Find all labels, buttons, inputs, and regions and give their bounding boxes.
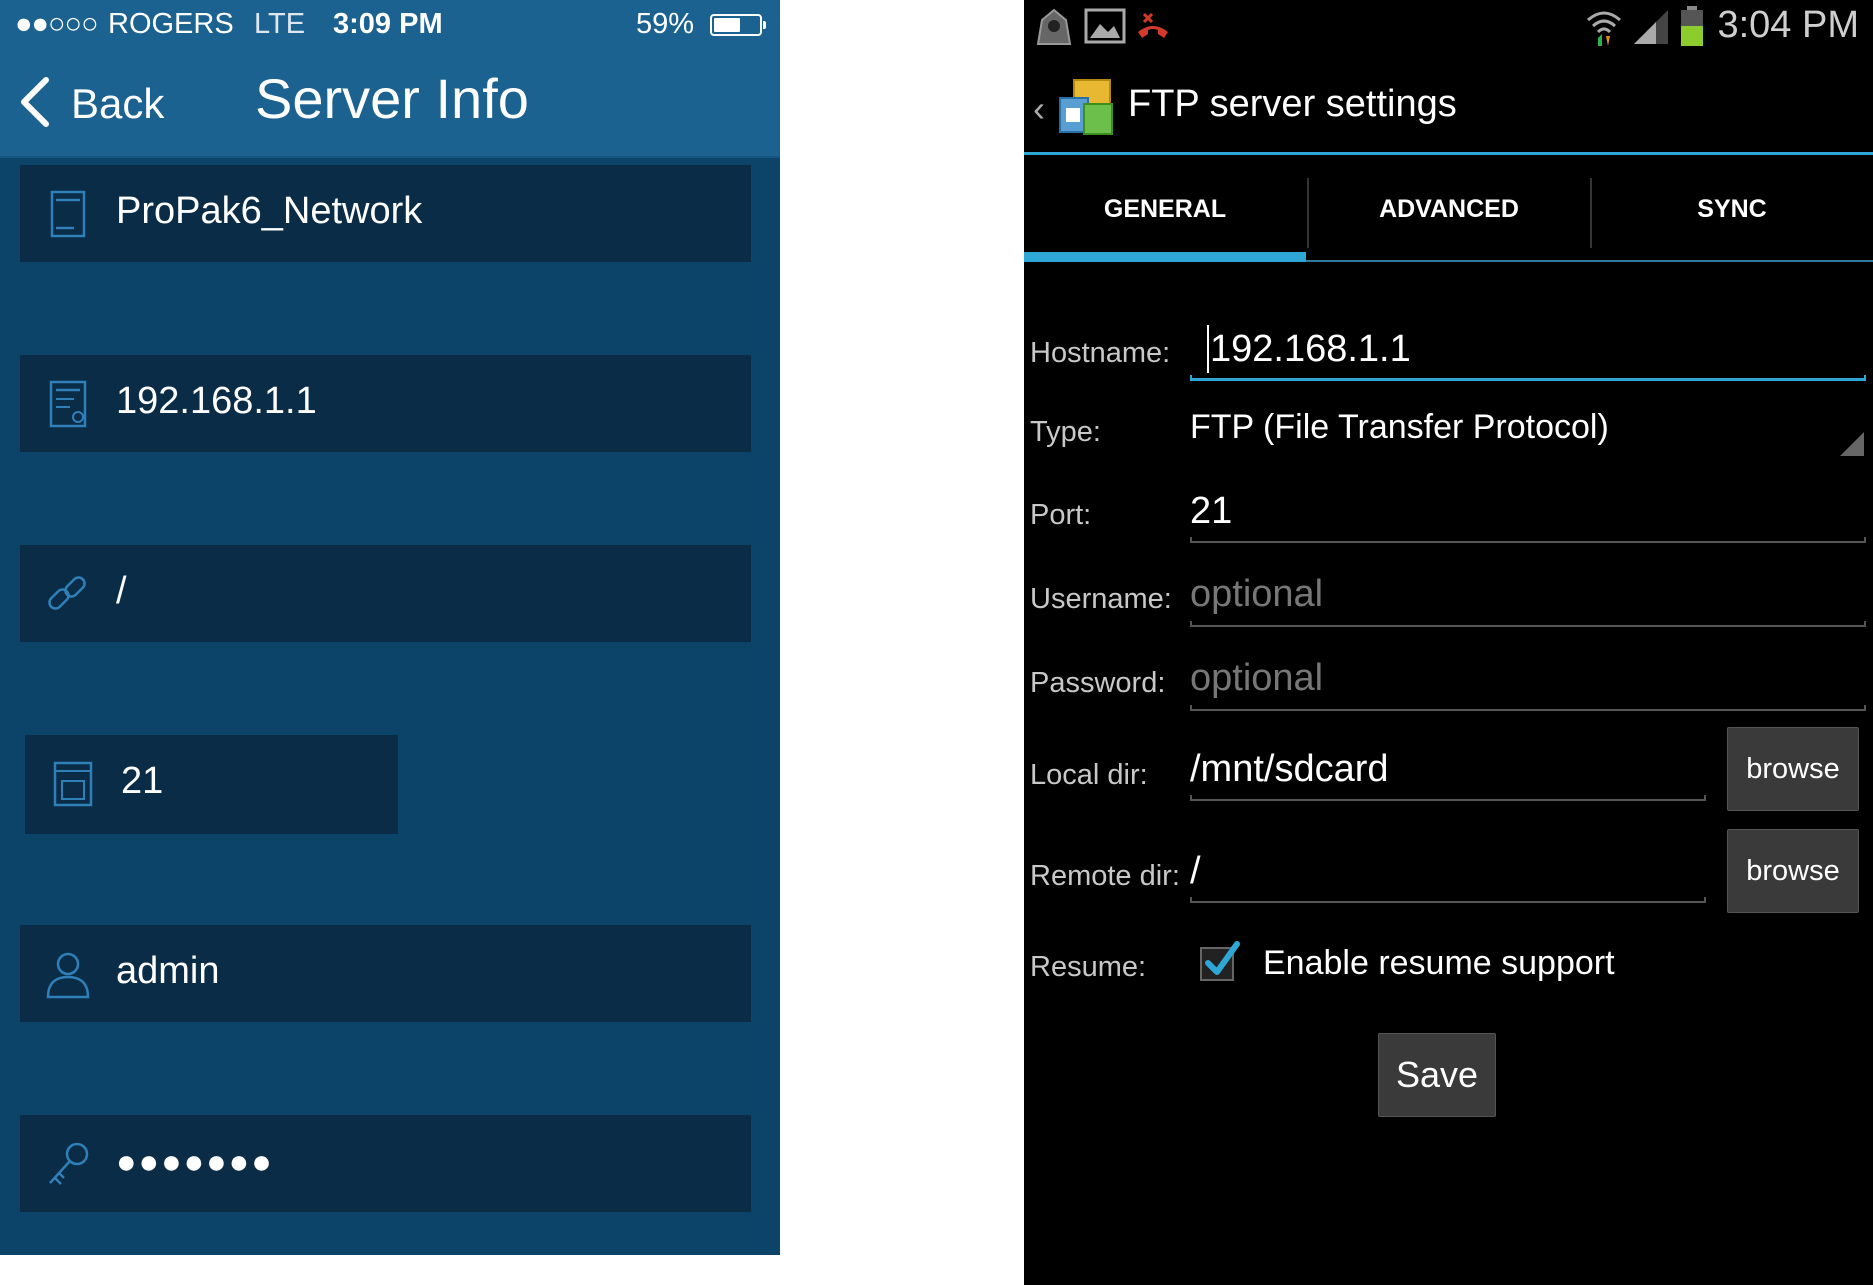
resume-label: Resume: xyxy=(1030,951,1147,983)
path-value: / xyxy=(116,570,127,612)
user-icon xyxy=(46,952,90,999)
carrier-name: ROGERS xyxy=(108,8,234,40)
page-title: Server Info xyxy=(255,67,529,130)
type-label: Type: xyxy=(1030,416,1101,448)
status-time: 3:09 PM xyxy=(333,8,443,40)
battery-icon xyxy=(710,14,766,36)
username-label: Username: xyxy=(1030,583,1172,615)
local-dir-label: Local dir: xyxy=(1030,759,1148,791)
action-bar-title: FTP server settings xyxy=(1128,83,1457,125)
hostname-input[interactable]: 192.168.1.1 xyxy=(1210,328,1411,371)
android-ftp-settings-screen: 3:04 PM ‹ FTP server settings GENERAL AD… xyxy=(1024,0,1873,1285)
username-field[interactable]: admin xyxy=(20,925,751,1022)
tab-advanced[interactable]: ADVANCED xyxy=(1307,178,1589,248)
app-notification-icon xyxy=(1036,8,1072,45)
ios-navigation-bar: ●●○○○ ROGERS LTE 3:09 PM 59% Back Server… xyxy=(0,0,780,158)
tab-advanced-label: ADVANCED xyxy=(1379,195,1519,223)
tab-general-label: GENERAL xyxy=(1103,195,1227,223)
ios-server-info-screen: ●●○○○ ROGERS LTE 3:09 PM 59% Back Server… xyxy=(0,0,780,1255)
missed-call-icon xyxy=(1138,12,1168,38)
password-label: Password: xyxy=(1030,667,1166,699)
password-underline xyxy=(1190,705,1866,711)
battery-percent: 59% xyxy=(636,8,695,40)
text-cursor xyxy=(1207,325,1209,373)
status-time: 3:04 PM xyxy=(1717,4,1859,46)
port-input[interactable]: 21 xyxy=(1190,490,1232,533)
signal-strength: ●●○○○ xyxy=(15,8,99,40)
tab-selected-indicator xyxy=(1024,252,1306,262)
tab-sync-label: SYNC xyxy=(1697,195,1767,223)
port-value: 21 xyxy=(121,760,164,802)
server-icon xyxy=(50,190,86,238)
ios-status-bar: ●●○○○ ROGERS LTE 3:09 PM 59% xyxy=(0,0,780,50)
wifi-icon xyxy=(1587,11,1621,46)
port-label: Port: xyxy=(1030,499,1092,531)
save-button[interactable]: Save xyxy=(1378,1033,1496,1117)
battery-icon xyxy=(1681,6,1703,46)
password-input[interactable]: optional xyxy=(1190,657,1323,700)
back-label: Back xyxy=(71,80,165,127)
up-caret-icon[interactable]: ‹ xyxy=(1033,88,1045,130)
type-spinner[interactable]: FTP (File Transfer Protocol) xyxy=(1190,408,1609,447)
password-value: ●●●●●●● xyxy=(116,1143,274,1181)
path-field[interactable]: / xyxy=(20,545,751,642)
server-name-field[interactable]: ProPak6_Network xyxy=(20,165,751,262)
port-icon xyxy=(53,761,93,807)
local-dir-underline xyxy=(1190,795,1706,801)
key-icon xyxy=(49,1142,89,1185)
local-dir-input[interactable]: /mnt/sdcard xyxy=(1190,748,1389,791)
hostname-label: Hostname: xyxy=(1030,337,1171,369)
remote-dir-label: Remote dir: xyxy=(1030,860,1180,892)
chevron-left-icon xyxy=(21,77,49,127)
username-value: admin xyxy=(116,950,220,992)
network-type: LTE xyxy=(254,8,306,40)
hostname-underline xyxy=(1190,375,1866,381)
username-underline xyxy=(1190,621,1866,627)
server-name-value: ProPak6_Network xyxy=(116,190,423,232)
cell-signal-icon xyxy=(1634,10,1668,44)
port-underline xyxy=(1190,537,1866,543)
tab-bar: GENERAL ADVANCED SYNC xyxy=(1024,178,1873,262)
port-field[interactable]: 21 xyxy=(25,735,398,834)
resume-checkbox[interactable] xyxy=(1199,940,1241,982)
remote-dir-underline xyxy=(1190,897,1706,903)
remote-dir-browse-button[interactable]: browse xyxy=(1727,829,1859,913)
host-value: 192.168.1.1 xyxy=(116,380,317,422)
link-icon xyxy=(48,576,86,610)
username-input[interactable]: optional xyxy=(1190,573,1323,616)
image-icon xyxy=(1084,8,1126,44)
tab-general[interactable]: GENERAL xyxy=(1024,178,1306,262)
host-icon xyxy=(49,380,87,428)
action-bar: ‹ FTP server settings xyxy=(1024,60,1873,155)
android-status-bar: 3:04 PM xyxy=(1024,0,1873,50)
local-dir-browse-button[interactable]: browse xyxy=(1727,727,1859,811)
spinner-corner-icon xyxy=(1840,432,1864,456)
password-field[interactable]: ●●●●●●● xyxy=(20,1115,751,1212)
resume-checkbox-label[interactable]: Enable resume support xyxy=(1263,944,1615,983)
host-field[interactable]: 192.168.1.1 xyxy=(20,355,751,452)
tab-sync[interactable]: SYNC xyxy=(1590,178,1872,248)
remote-dir-input[interactable]: / xyxy=(1190,850,1201,893)
app-icon[interactable] xyxy=(1056,74,1118,138)
